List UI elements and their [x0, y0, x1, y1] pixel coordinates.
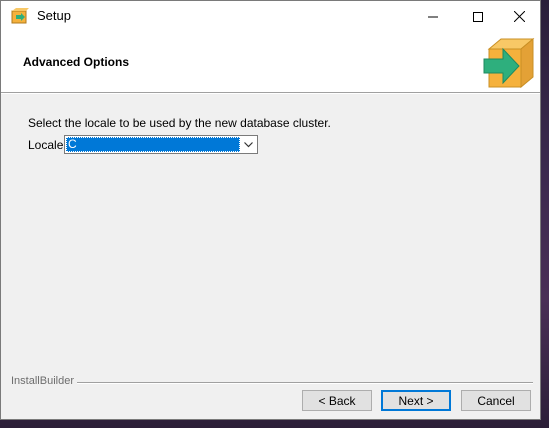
back-button[interactable]: < Back [302, 390, 372, 411]
header-divider [1, 93, 540, 94]
minimize-button[interactable] [410, 1, 455, 32]
title-bar[interactable]: Setup [1, 1, 540, 32]
installer-box-arrow-icon [481, 35, 537, 91]
page-title: Advanced Options [23, 55, 130, 69]
locale-dropdown[interactable]: C [64, 135, 258, 154]
locale-prompt: Select the locale to be used by the new … [28, 116, 331, 130]
next-button[interactable]: Next > [381, 390, 451, 411]
cancel-button[interactable]: Cancel [461, 390, 531, 411]
wizard-header: Advanced Options [1, 32, 540, 93]
desktop-background [541, 0, 549, 428]
maximize-button[interactable] [455, 1, 500, 32]
chevron-down-icon[interactable] [241, 137, 256, 152]
setup-window: Setup Advanced Options Select the locale… [0, 0, 541, 420]
locale-label: Locale [28, 138, 64, 152]
close-button[interactable] [497, 1, 542, 32]
maximize-icon [472, 11, 483, 22]
locale-selected-value: C [66, 137, 240, 152]
separator-line [71, 382, 533, 384]
minimize-icon [427, 16, 438, 17]
close-icon [514, 11, 525, 22]
installbuilder-label: InstallBuilder [11, 375, 77, 387]
window-title: Setup [37, 8, 71, 23]
installbuilder-separator: InstallBuilder [1, 375, 540, 389]
app-icon [11, 8, 29, 24]
